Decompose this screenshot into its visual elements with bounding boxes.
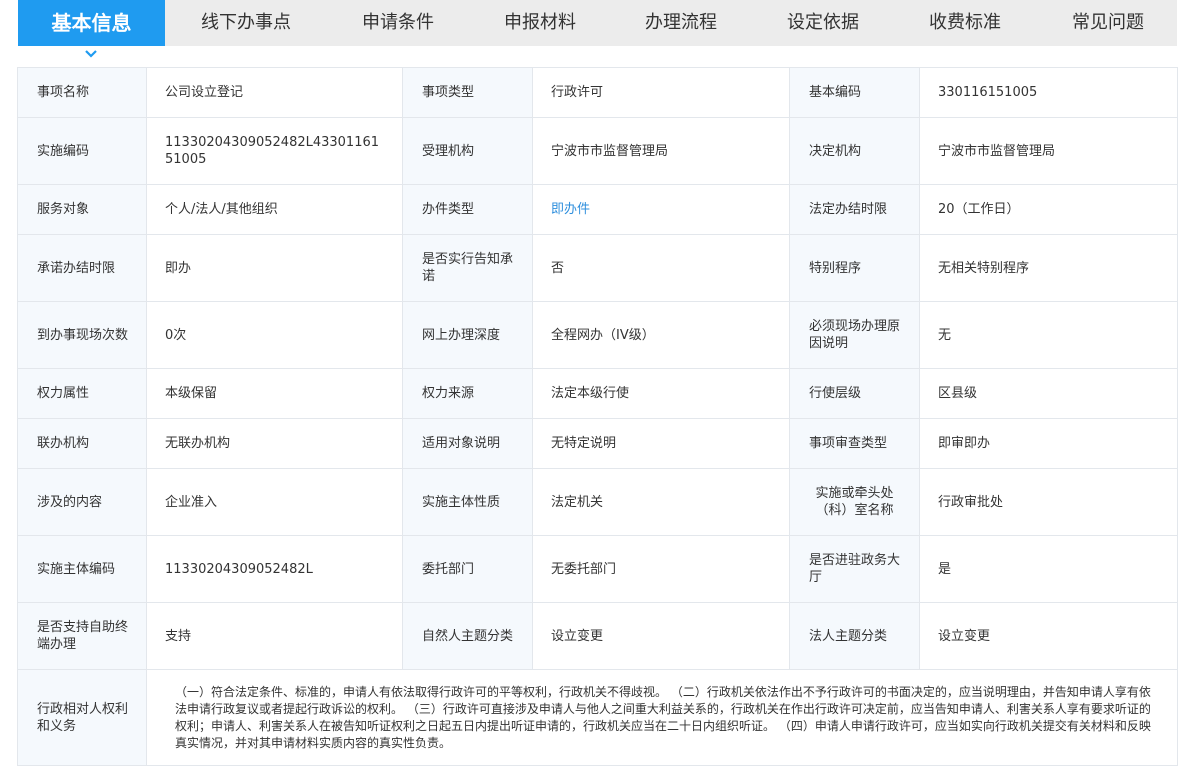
tab-bar: 基本信息 线下办事点 申请条件 申报材料 办理流程 设定依据 收费标准 常见问题	[18, 0, 1177, 46]
table-row: 承诺办结时限 即办 是否实行告知承诺 否 特别程序 无相关特别程序	[17, 234, 1178, 302]
info-table: 事项名称 公司设立登记 事项类型 行政许可 基本编码 330116151005 …	[17, 67, 1178, 766]
label-content: 涉及的内容	[17, 468, 147, 536]
value-service-target: 个人/法人/其他组织	[146, 184, 403, 235]
value-onsite-reason: 无	[919, 301, 1178, 369]
value-entity-nature: 法定机关	[532, 468, 790, 536]
value-rights-obligations: （一）符合法定条件、标准的，申请人有依法取得行政许可的平等权利，行政机关不得歧视…	[146, 669, 1178, 766]
label-service-target: 服务对象	[17, 184, 147, 235]
value-onsite-visits: 0次	[146, 301, 403, 369]
label-in-service-hall: 是否进驻政务大厅	[789, 535, 920, 603]
label-legal-time-limit: 法定办结时限	[789, 184, 920, 235]
label-entrusted-dept: 委托部门	[402, 535, 533, 603]
value-accepting-agency: 宁波市市监督管理局	[532, 117, 790, 185]
label-special-procedure: 特别程序	[789, 234, 920, 302]
label-case-type: 办件类型	[402, 184, 533, 235]
value-legal-time-limit: 20（工作日）	[919, 184, 1178, 235]
tab-basic-info[interactable]: 基本信息	[18, 0, 165, 46]
label-onsite-visits: 到办事现场次数	[17, 301, 147, 369]
label-impl-code: 实施编码	[17, 117, 147, 185]
value-content: 企业准入	[146, 468, 403, 536]
value-self-service-terminal: 支持	[146, 602, 403, 670]
table-row: 是否支持自助终端办理 支持 自然人主题分类 设立变更 法人主题分类 设立变更	[17, 602, 1178, 670]
value-impl-code: 11330204309052482L4330116151005	[146, 117, 403, 185]
label-joint-agency: 联办机构	[17, 418, 147, 469]
value-natural-person-category: 设立变更	[532, 602, 790, 670]
table-row: 行政相对人权利和义务 （一）符合法定条件、标准的，申请人有依法取得行政许可的平等…	[17, 669, 1178, 766]
chevron-down-icon	[85, 50, 97, 58]
table-row: 服务对象 个人/法人/其他组织 办件类型 即办件 法定办结时限 20（工作日）	[17, 184, 1178, 235]
value-exercise-level: 区县级	[919, 368, 1178, 419]
table-row: 实施主体编码 11330204309052482L 委托部门 无委托部门 是否进…	[17, 535, 1178, 603]
label-deciding-agency: 决定机构	[789, 117, 920, 185]
value-entity-code: 11330204309052482L	[146, 535, 403, 603]
label-legal-person-category: 法人主题分类	[789, 602, 920, 670]
tab-basis[interactable]: 设定依据	[763, 0, 883, 46]
label-power-source: 权力来源	[402, 368, 533, 419]
value-notification-commitment: 否	[532, 234, 790, 302]
table-row: 涉及的内容 企业准入 实施主体性质 法定机关 实施或牵头处（科）室名称 行政审批…	[17, 468, 1178, 536]
label-item-name: 事项名称	[17, 67, 147, 118]
label-basic-code: 基本编码	[789, 67, 920, 118]
table-row: 事项名称 公司设立登记 事项类型 行政许可 基本编码 330116151005	[17, 67, 1178, 118]
value-power-source: 法定本级行使	[532, 368, 790, 419]
value-power-attribute: 本级保留	[146, 368, 403, 419]
label-notification-commitment: 是否实行告知承诺	[402, 234, 533, 302]
value-deciding-agency: 宁波市市监督管理局	[919, 117, 1178, 185]
tab-process[interactable]: 办理流程	[621, 0, 741, 46]
tab-faq[interactable]: 常见问题	[1048, 0, 1168, 46]
value-legal-person-category: 设立变更	[919, 602, 1178, 670]
label-self-service-terminal: 是否支持自助终端办理	[17, 602, 147, 670]
value-item-type: 行政许可	[532, 67, 790, 118]
table-row: 到办事现场次数 0次 网上办理深度 全程网办（IV级） 必须现场办理原因说明 无	[17, 301, 1178, 369]
value-special-procedure: 无相关特别程序	[919, 234, 1178, 302]
label-entity-nature: 实施主体性质	[402, 468, 533, 536]
label-item-type: 事项类型	[402, 67, 533, 118]
tab-fees[interactable]: 收费标准	[905, 0, 1025, 46]
label-natural-person-category: 自然人主题分类	[402, 602, 533, 670]
value-joint-agency: 无联办机构	[146, 418, 403, 469]
label-entity-code: 实施主体编码	[17, 535, 147, 603]
label-applicable-object: 适用对象说明	[402, 418, 533, 469]
table-row: 实施编码 11330204309052482L4330116151005 受理机…	[17, 117, 1178, 185]
label-lead-office: 实施或牵头处（科）室名称	[789, 468, 920, 536]
label-accepting-agency: 受理机构	[402, 117, 533, 185]
value-online-depth: 全程网办（IV级）	[532, 301, 790, 369]
label-promised-time-limit: 承诺办结时限	[17, 234, 147, 302]
tab-materials[interactable]: 申报材料	[480, 0, 600, 46]
label-rights-obligations: 行政相对人权利和义务	[17, 669, 147, 766]
label-power-attribute: 权力属性	[17, 368, 147, 419]
value-entrusted-dept: 无委托部门	[532, 535, 790, 603]
label-exercise-level: 行使层级	[789, 368, 920, 419]
value-in-service-hall: 是	[919, 535, 1178, 603]
tab-offline-offices[interactable]: 线下办事点	[186, 0, 306, 46]
tab-conditions[interactable]: 申请条件	[338, 0, 458, 46]
label-onsite-reason: 必须现场办理原因说明	[789, 301, 920, 369]
value-applicable-object: 无特定说明	[532, 418, 790, 469]
value-review-type: 即审即办	[919, 418, 1178, 469]
value-basic-code: 330116151005	[919, 67, 1178, 118]
value-promised-time-limit: 即办	[146, 234, 403, 302]
label-review-type: 事项审查类型	[789, 418, 920, 469]
table-row: 联办机构 无联办机构 适用对象说明 无特定说明 事项审查类型 即审即办	[17, 418, 1178, 469]
table-row: 权力属性 本级保留 权力来源 法定本级行使 行使层级 区县级	[17, 368, 1178, 419]
value-case-type-link[interactable]: 即办件	[532, 184, 790, 235]
value-item-name: 公司设立登记	[146, 67, 403, 118]
value-lead-office: 行政审批处	[919, 468, 1178, 536]
label-online-depth: 网上办理深度	[402, 301, 533, 369]
